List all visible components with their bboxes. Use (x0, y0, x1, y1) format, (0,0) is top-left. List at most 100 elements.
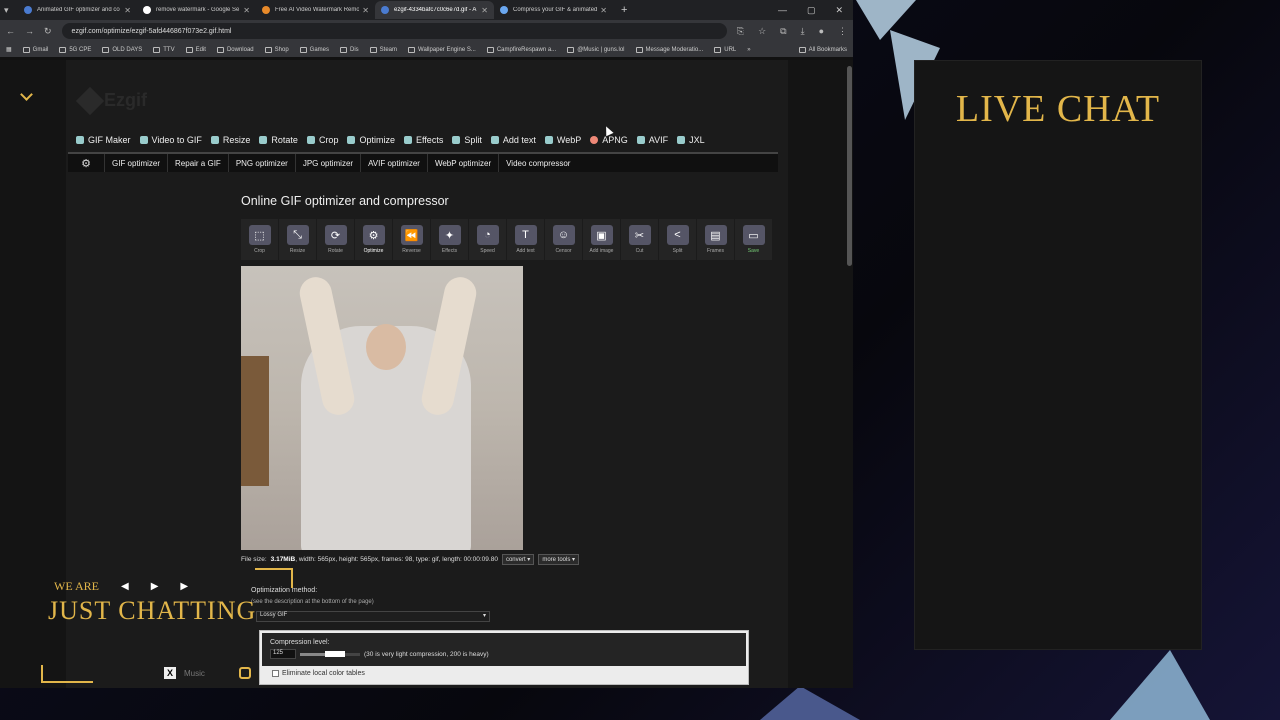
extensions-icon[interactable]: ⧉ (780, 26, 786, 37)
profile-icon[interactable]: ● (819, 26, 824, 37)
nav-item[interactable]: Optimize (347, 135, 395, 145)
subnav-item[interactable]: Repair a GIF (167, 154, 228, 172)
tool-button[interactable]: ◔ Speed (469, 219, 506, 260)
bookmark-item[interactable]: @Music | guns.lol (567, 46, 625, 53)
subnav-item[interactable]: WebP optimizer (426, 154, 498, 172)
nav-item[interactable]: Resize (210, 135, 250, 145)
browser-tab[interactable]: Compress your GIF & animated ✕ (494, 1, 613, 19)
tab-close-icon[interactable]: ✕ (362, 6, 369, 15)
bookmark-item[interactable]: CampfireRespawn a... (486, 46, 556, 53)
nav-icon (544, 136, 553, 144)
subnav-item[interactable]: Video compressor (498, 154, 577, 172)
play-icon: ▶ (150, 581, 159, 592)
reload-icon[interactable]: ↻ (44, 26, 52, 37)
tab-close-icon[interactable]: ✕ (481, 6, 488, 15)
bookmark-item[interactable]: Gmail (22, 46, 48, 53)
tool-button[interactable]: ⟳ Rotate (317, 219, 354, 260)
all-bookmarks[interactable]: All Bookmarks (798, 46, 847, 53)
tab-strip: ▾ Animated GIF optimizer and co ✕ remove w… (0, 0, 853, 20)
bookmark-item[interactable]: Steam (369, 46, 397, 53)
subnav-item[interactable]: AVIF optimizer (360, 154, 427, 172)
nav-item[interactable]: GIF Maker (76, 135, 131, 145)
tool-button[interactable]: ▭ Save (735, 219, 772, 260)
tool-button[interactable]: ✂ Cut (621, 219, 658, 260)
tool-button[interactable]: ⏪ Reverse (393, 219, 430, 260)
nav-item[interactable]: Rotate (259, 135, 298, 145)
forward-icon[interactable]: → (25, 26, 34, 36)
nav-item[interactable]: Video to GIF (139, 135, 202, 145)
nav-item[interactable]: APNG (590, 135, 628, 145)
subnav-item[interactable]: JPG optimizer (294, 154, 360, 172)
more-tools-dropdown[interactable]: more tools ▾ (538, 554, 580, 565)
compression-slider-knob[interactable] (324, 650, 345, 657)
convert-dropdown[interactable]: convert ▾ (501, 554, 535, 565)
nav-item[interactable]: AVIF (636, 135, 668, 145)
bookmark-item[interactable]: Shop (264, 46, 289, 53)
bookmark-item[interactable]: Edit (185, 46, 206, 53)
nav-item[interactable]: Effects (403, 135, 443, 145)
tool-label: Rotate (328, 248, 343, 254)
bookmarks-overflow-icon[interactable]: » (747, 47, 750, 53)
close-icon[interactable]: ✕ (835, 5, 843, 16)
subnav-item[interactable]: GIF optimizer (104, 154, 167, 172)
minimize-icon[interactable]: — (778, 5, 787, 16)
scrollbar[interactable] (847, 66, 852, 266)
menu-icon[interactable]: ⋮ (838, 26, 847, 37)
tab-close-icon[interactable]: ✕ (124, 6, 131, 15)
nav-item[interactable]: Crop (306, 135, 338, 145)
star-icon[interactable]: ☆ (758, 26, 766, 37)
back-icon[interactable]: ← (6, 26, 15, 36)
tool-button[interactable]: ⚙ Optimize (355, 219, 392, 260)
bookmark-item[interactable]: Download (216, 46, 254, 53)
nav-item[interactable]: Split (452, 135, 482, 145)
tab-close-icon[interactable]: ✕ (243, 6, 250, 15)
tab-search-icon[interactable]: ▾ (4, 5, 18, 16)
tab-title: Animated GIF optimizer and co (37, 7, 120, 13)
bookmark-item[interactable]: Games (299, 46, 329, 53)
nav-item[interactable]: Add text (490, 135, 536, 145)
address-bar[interactable]: ezgif.com/optimize/ezgif-5afd446867f073e… (61, 23, 727, 39)
bookmark-item[interactable]: Dis (340, 46, 359, 53)
compression-panel: Compression level: 125 (30 is very light… (259, 630, 749, 685)
bookmark-item[interactable]: Message Moderatio... (635, 46, 703, 53)
browser-tab[interactable]: Animated GIF optimizer and co ✕ (18, 1, 137, 19)
bookmark-item[interactable]: 5G CPE (59, 46, 91, 53)
site-logo[interactable]: Ezgif (75, 86, 147, 115)
tool-button[interactable]: ⤡ Resize (279, 219, 316, 260)
compression-inner: Compression level: 125 (30 is very light… (262, 633, 746, 666)
optimization-method-select[interactable]: Lossy GIF ▾ (256, 611, 490, 622)
subnav-item[interactable]: PNG optimizer (227, 154, 295, 172)
compression-level-input[interactable]: 125 (270, 649, 296, 659)
eliminate-color-tables[interactable]: Eliminate local color tables (272, 670, 365, 677)
tool-button[interactable]: < Split (659, 219, 696, 260)
new-tab-button[interactable]: + (621, 4, 627, 16)
eliminate-checkbox[interactable] (272, 670, 279, 677)
tool-button[interactable]: ▣ Add image (583, 219, 620, 260)
download-icon[interactable]: ⤓ (801, 26, 805, 37)
nav-label: Add text (502, 135, 536, 145)
nav-item[interactable]: JXL (677, 135, 705, 145)
file-info-details: , width: 565px, height: 565px, frames: 9… (295, 556, 498, 563)
tab-close-icon[interactable]: ✕ (600, 6, 607, 15)
browser-tab[interactable]: Free AI Video Watermark Remo ✕ (256, 1, 375, 19)
tool-button[interactable]: ▤ Frames (697, 219, 734, 260)
nav-icon (76, 136, 84, 144)
compression-slider[interactable] (300, 650, 360, 657)
nav-icon (636, 136, 645, 144)
bookmark-icon (185, 46, 193, 53)
browser-tab[interactable]: remove watermark - Google Se ✕ (137, 1, 256, 19)
maximize-icon[interactable]: ▢ (807, 5, 816, 16)
bookmark-item[interactable]: URL (714, 46, 736, 53)
apps-icon[interactable]: ▦ (6, 46, 12, 53)
install-icon[interactable]: ⎘ (737, 26, 744, 37)
folder-icon (798, 46, 806, 53)
bookmark-item[interactable]: Wallpaper Engine S... (408, 46, 476, 53)
bookmark-item[interactable]: TTV (153, 46, 175, 53)
nav-item[interactable]: WebP (544, 135, 581, 145)
tool-button[interactable]: ☺ Censor (545, 219, 582, 260)
tool-button[interactable]: ⬚ Crop (241, 219, 278, 260)
bookmark-item[interactable]: OLD DAYS (102, 46, 142, 53)
tool-button[interactable]: T Add text (507, 219, 544, 260)
browser-tab[interactable]: ezgif-4334bafc7c0c6e7d.gif - A ✕ (375, 1, 494, 19)
tool-button[interactable]: ✦ Effects (431, 219, 468, 260)
